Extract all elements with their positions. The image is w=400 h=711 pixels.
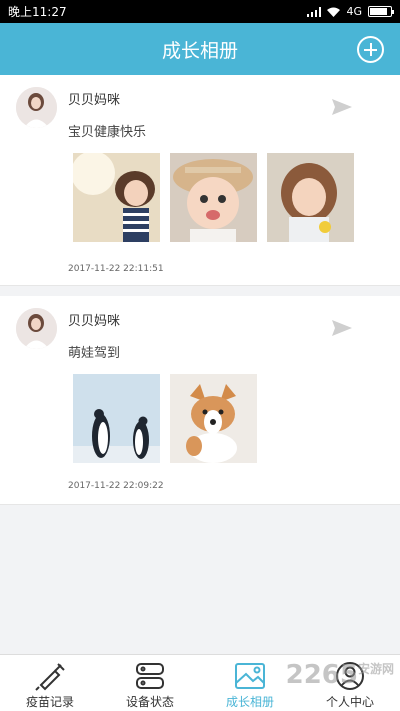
girl-in-sunlight-photo[interactable]	[73, 153, 160, 242]
site-watermark: 2265安游网	[286, 660, 394, 690]
page-title: 成长相册	[161, 39, 238, 62]
tab-label: 个人中心	[325, 695, 374, 709]
penguins-photo[interactable]	[73, 374, 160, 463]
album-feed: 贝贝妈咪 宝贝健康快乐 2017-11-22 22:11:51 贝贝妈咪 萌娃驾…	[0, 75, 400, 505]
network-type: 4G	[346, 5, 362, 18]
status-time: 晚上11:27	[8, 5, 67, 19]
tab-device-status[interactable]: 设备状态	[100, 655, 200, 711]
syringe-icon	[35, 663, 65, 691]
post-username[interactable]: 贝贝妈咪	[68, 89, 120, 108]
avatar[interactable]	[16, 308, 57, 349]
status-bar: 晚上11:27 4G	[0, 0, 400, 23]
header: 成长相册	[0, 23, 400, 75]
share-send-icon[interactable]	[332, 320, 352, 336]
post-timestamp: 2017-11-22 22:11:51	[68, 264, 164, 274]
album-icon	[235, 663, 265, 689]
girl-in-straw-hat-photo[interactable]	[170, 153, 257, 242]
watermark-site-name: 安游网	[357, 662, 394, 676]
post-username[interactable]: 贝贝妈咪	[68, 310, 120, 329]
post-timestamp: 2017-11-22 22:09:22	[68, 481, 164, 491]
battery-icon	[368, 6, 394, 17]
tab-label: 疫苗记录	[25, 695, 74, 709]
add-photo-button[interactable]	[357, 36, 384, 63]
album-post: 贝贝妈咪 宝贝健康快乐 2017-11-22 22:11:51	[0, 75, 400, 286]
post-caption: 宝贝健康快乐	[68, 125, 147, 140]
device-icon	[136, 663, 164, 689]
post-caption: 萌娃驾到	[68, 346, 121, 361]
tab-label: 成长相册	[225, 695, 274, 709]
watermark-number: 2265	[285, 660, 358, 690]
share-send-icon[interactable]	[332, 99, 352, 115]
girl-with-flower-photo[interactable]	[267, 153, 354, 242]
wifi-icon	[327, 7, 341, 17]
avatar[interactable]	[16, 87, 57, 128]
signal-icon	[307, 6, 322, 17]
corgi-puppy-photo[interactable]	[170, 374, 257, 463]
tab-label: 设备状态	[125, 695, 174, 709]
tab-vaccine-records[interactable]: 疫苗记录	[0, 655, 100, 711]
album-post: 贝贝妈咪 萌娃驾到 2017-11-22 22:09:22	[0, 296, 400, 505]
